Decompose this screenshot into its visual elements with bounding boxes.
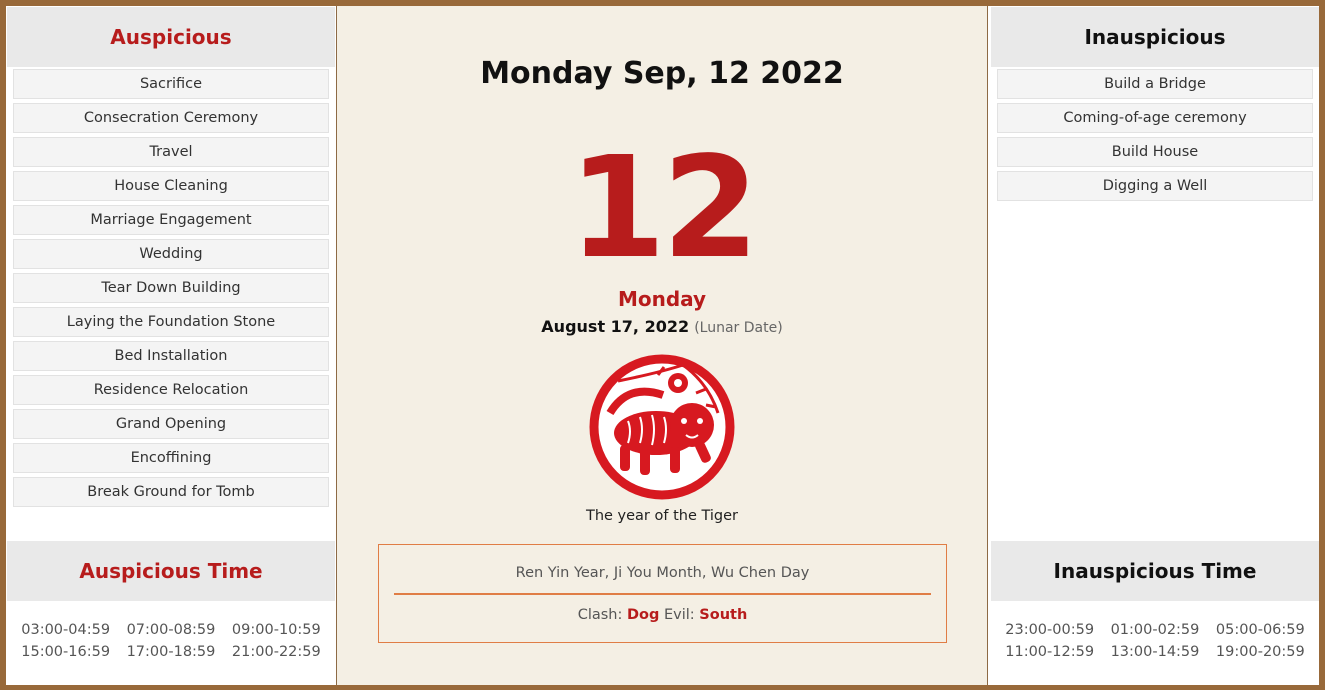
tiger-papercut-icon <box>588 353 736 501</box>
auspicious-time-grid: 03:00-04:59 07:00-08:59 09:00-10:59 15:0… <box>7 601 335 660</box>
auspicious-item[interactable]: Grand Opening <box>13 409 329 439</box>
clash-evil-line: Clash: Dog Evil: South <box>379 607 946 623</box>
inauspicious-time-heading: Inauspicious Time <box>991 541 1319 601</box>
auspicious-item[interactable]: Laying the Foundation Stone <box>13 307 329 337</box>
evil-value: South <box>699 607 748 623</box>
auspicious-time-slot: 21:00-22:59 <box>231 644 321 660</box>
auspicious-item[interactable]: Tear Down Building <box>13 273 329 303</box>
auspicious-item[interactable]: Wedding <box>13 239 329 269</box>
inauspicious-time-section: Inauspicious Time 23:00-00:59 01:00-02:5… <box>991 541 1319 660</box>
info-divider <box>394 593 931 595</box>
weekday-label: Monday <box>617 287 707 311</box>
ganzhi-text: Ren Yin Year, Ji You Month, Wu Chen Day <box>515 565 810 581</box>
auspicious-item[interactable]: Marriage Engagement <box>13 205 329 235</box>
inauspicious-item[interactable]: Build a Bridge <box>997 69 1313 99</box>
auspicious-item[interactable]: Encoffining <box>13 443 329 473</box>
auspicious-time-slot: 15:00-16:59 <box>21 644 111 660</box>
inauspicious-time-slot: 13:00-14:59 <box>1110 644 1200 660</box>
inauspicious-time-slot: 01:00-02:59 <box>1110 622 1200 638</box>
inauspicious-heading: Inauspicious <box>991 7 1319 67</box>
day-number: 12 <box>568 127 760 290</box>
auspicious-item[interactable]: Residence Relocation <box>13 375 329 405</box>
inauspicious-item[interactable]: Build House <box>997 137 1313 167</box>
auspicious-item[interactable]: Sacrifice <box>13 69 329 99</box>
auspicious-item[interactable]: Bed Installation <box>13 341 329 371</box>
inauspicious-time-grid: 23:00-00:59 01:00-02:59 05:00-06:59 11:0… <box>991 601 1319 660</box>
date-title: Monday Sep, 12 2022 <box>480 56 844 91</box>
auspicious-time-slot: 03:00-04:59 <box>21 622 111 638</box>
inauspicious-time-slot: 23:00-00:59 <box>1005 622 1095 638</box>
lunar-date-note: (Lunar Date) <box>694 320 783 336</box>
zodiac-label: The year of the Tiger <box>585 508 739 524</box>
inauspicious-time-slot: 05:00-06:59 <box>1215 622 1305 638</box>
ganzhi-info-box: Ren Yin Year, Ji You Month, Wu Chen Day … <box>378 544 947 643</box>
auspicious-item[interactable]: Travel <box>13 137 329 167</box>
auspicious-time-slot: 07:00-08:59 <box>126 622 216 638</box>
inauspicious-item[interactable]: Digging a Well <box>997 171 1313 201</box>
auspicious-item[interactable]: Break Ground for Tomb <box>13 477 329 507</box>
auspicious-list: Sacrifice Consecration Ceremony Travel H… <box>7 67 335 507</box>
clash-value: Dog <box>627 607 660 623</box>
auspicious-item[interactable]: Consecration Ceremony <box>13 103 329 133</box>
auspicious-column: Auspicious Sacrifice Consecration Ceremo… <box>7 7 335 684</box>
lunar-date-value: August 17, 2022 <box>541 317 690 336</box>
auspicious-time-section: Auspicious Time 03:00-04:59 07:00-08:59 … <box>7 541 335 660</box>
inauspicious-list: Build a Bridge Coming-of-age ceremony Bu… <box>991 67 1319 201</box>
day-detail-panel: Monday Sep, 12 2022 12 Monday August 17,… <box>336 6 988 685</box>
auspicious-time-heading: Auspicious Time <box>7 541 335 601</box>
inauspicious-time-slot: 11:00-12:59 <box>1005 644 1095 660</box>
auspicious-time-slot: 09:00-10:59 <box>231 622 321 638</box>
clash-label: Clash: <box>577 607 623 623</box>
inauspicious-item[interactable]: Coming-of-age ceremony <box>997 103 1313 133</box>
lunar-date: August 17, 2022 (Lunar Date) <box>337 317 987 336</box>
inauspicious-column: Inauspicious Build a Bridge Coming-of-ag… <box>991 7 1319 684</box>
evil-label: Evil: <box>664 607 695 623</box>
auspicious-item[interactable]: House Cleaning <box>13 171 329 201</box>
auspicious-time-slot: 17:00-18:59 <box>126 644 216 660</box>
auspicious-heading: Auspicious <box>7 7 335 67</box>
inauspicious-time-slot: 19:00-20:59 <box>1215 644 1305 660</box>
